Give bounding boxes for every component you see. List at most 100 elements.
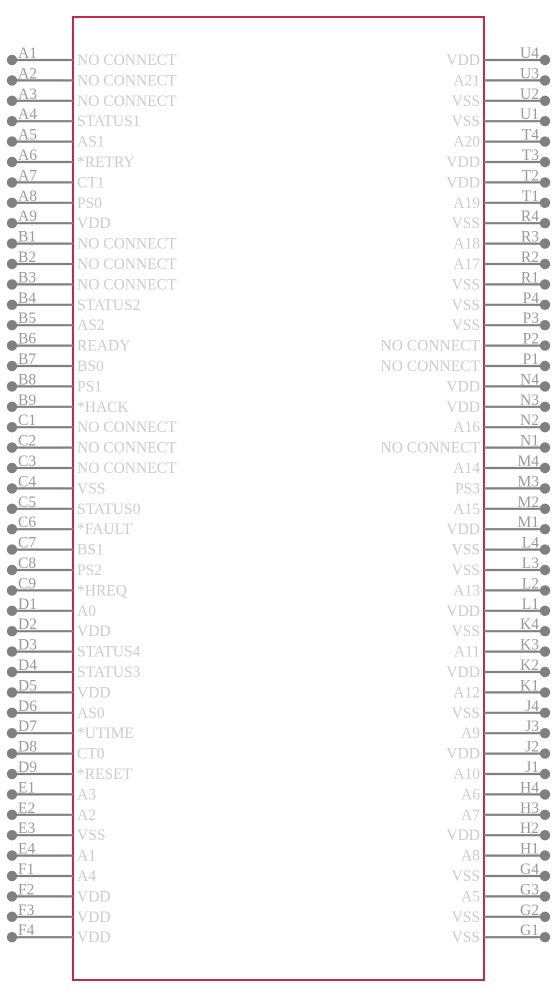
pin-connection-dot[interactable] xyxy=(6,238,18,249)
pin-connection-dot[interactable] xyxy=(539,687,551,698)
pin-connection-dot[interactable] xyxy=(6,850,18,861)
pin-connection-dot[interactable] xyxy=(539,258,551,270)
pin-connection-dot[interactable] xyxy=(6,422,18,433)
pin-connection-dot[interactable] xyxy=(6,320,18,331)
pin-connection-dot[interactable] xyxy=(6,666,18,678)
pin-number-label: K2 xyxy=(520,657,539,674)
pin-connection-dot[interactable] xyxy=(6,218,18,229)
pin-connection-dot[interactable] xyxy=(6,585,18,596)
pin-connection-dot[interactable] xyxy=(539,156,551,168)
pin-connection-dot[interactable] xyxy=(539,850,551,861)
pin-connection-dot[interactable] xyxy=(6,870,18,882)
pin-connection-dot[interactable] xyxy=(6,891,18,902)
pin-number-label: E3 xyxy=(18,820,35,837)
pin-connection-dot[interactable] xyxy=(539,932,551,943)
pin-connection-dot[interactable] xyxy=(6,646,18,657)
pin-name-label: VSS xyxy=(452,868,480,885)
pin-connection-dot[interactable] xyxy=(539,197,551,208)
pin-connection-dot[interactable] xyxy=(539,809,551,820)
pin-connection-dot[interactable] xyxy=(539,789,551,800)
pin-connection-dot[interactable] xyxy=(539,299,551,310)
pin-connection-dot[interactable] xyxy=(6,544,18,555)
pin-connection-dot[interactable] xyxy=(6,116,18,127)
pin-connection-dot[interactable] xyxy=(6,483,18,494)
pin-connection-dot[interactable] xyxy=(539,116,551,127)
pin-connection-dot[interactable] xyxy=(539,340,551,351)
pin-number-label: P3 xyxy=(523,310,540,327)
pin-connection-dot[interactable] xyxy=(539,462,551,474)
pin-connection-dot[interactable] xyxy=(6,258,18,270)
pin-connection-dot[interactable] xyxy=(6,299,18,310)
pin-connection-dot[interactable] xyxy=(539,891,551,902)
schematic-symbol-svg[interactable]: A1 NO CONNECT A2 NO CONNECT A3 NO CONNECT A4 ST… xyxy=(0,0,556,1000)
pin-connection-dot[interactable] xyxy=(6,442,18,453)
pin-connection-dot[interactable] xyxy=(6,360,18,372)
pin-connection-dot[interactable] xyxy=(6,136,18,147)
pin-connection-dot[interactable] xyxy=(6,911,18,922)
pin-connection-dot[interactable] xyxy=(6,177,18,188)
pin-connection-dot[interactable] xyxy=(6,748,18,759)
pin-connection-dot[interactable] xyxy=(6,279,18,290)
pin-name-label: NO CONNECT xyxy=(381,358,481,375)
pin-connection-dot[interactable] xyxy=(6,626,18,637)
pin-connection-dot[interactable] xyxy=(6,340,18,351)
pin-connection-dot[interactable] xyxy=(6,768,18,780)
pin-connection-dot[interactable] xyxy=(539,768,551,780)
pin-name-label: VSS xyxy=(452,317,480,334)
pin-connection-dot[interactable] xyxy=(539,830,551,841)
pin-connection-dot[interactable] xyxy=(6,809,18,820)
pin-connection-dot[interactable] xyxy=(539,748,551,759)
pin-connection-dot[interactable] xyxy=(6,95,18,107)
pin-connection-dot[interactable] xyxy=(6,503,18,514)
pin-connection-dot[interactable] xyxy=(539,646,551,657)
pin-connection-dot[interactable] xyxy=(6,605,18,616)
pin-connection-dot[interactable] xyxy=(6,789,18,800)
pin-connection-dot[interactable] xyxy=(539,564,551,576)
pin-connection-dot[interactable] xyxy=(6,830,18,841)
pin-connection-dot[interactable] xyxy=(539,75,551,86)
pin-connection-dot[interactable] xyxy=(6,401,18,412)
pin-connection-dot[interactable] xyxy=(539,728,551,739)
pin-connection-dot[interactable] xyxy=(539,95,551,107)
pin-connection-dot[interactable] xyxy=(539,544,551,555)
pin-number-label: G2 xyxy=(520,902,539,919)
pin-connection-dot[interactable] xyxy=(539,320,551,331)
pin-connection-dot[interactable] xyxy=(539,422,551,433)
pin-number-label: P4 xyxy=(523,290,540,307)
pin-connection-dot[interactable] xyxy=(6,197,18,208)
pin-connection-dot[interactable] xyxy=(539,54,551,66)
pin-connection-dot[interactable] xyxy=(539,279,551,290)
pin-connection-dot[interactable] xyxy=(539,666,551,678)
pin-connection-dot[interactable] xyxy=(6,728,18,739)
pin-connection-dot[interactable] xyxy=(6,707,18,718)
pin-connection-dot[interactable] xyxy=(539,707,551,718)
pin-connection-dot[interactable] xyxy=(6,524,18,535)
pin-connection-dot[interactable] xyxy=(6,564,18,576)
pin-connection-dot[interactable] xyxy=(6,932,18,943)
pin-connection-dot[interactable] xyxy=(6,687,18,698)
pin-connection-dot[interactable] xyxy=(539,442,551,453)
pin-connection-dot[interactable] xyxy=(539,524,551,535)
pin-connection-dot[interactable] xyxy=(539,238,551,249)
pin-connection-dot[interactable] xyxy=(539,605,551,616)
pin-connection-dot[interactable] xyxy=(539,483,551,494)
pin-connection-dot[interactable] xyxy=(6,75,18,86)
pin-connection-dot[interactable] xyxy=(6,54,18,66)
pin-number-label: A5 xyxy=(18,127,37,144)
pin-number-label: B4 xyxy=(18,290,36,307)
pin-connection-dot[interactable] xyxy=(539,870,551,882)
pin-number-label: B5 xyxy=(18,310,36,327)
pin-connection-dot[interactable] xyxy=(539,911,551,922)
pin-connection-dot[interactable] xyxy=(6,156,18,168)
pin-connection-dot[interactable] xyxy=(539,401,551,412)
pin-connection-dot[interactable] xyxy=(539,218,551,229)
pin-connection-dot[interactable] xyxy=(539,585,551,596)
pin-connection-dot[interactable] xyxy=(539,136,551,147)
pin-connection-dot[interactable] xyxy=(539,381,551,392)
pin-connection-dot[interactable] xyxy=(539,360,551,372)
pin-connection-dot[interactable] xyxy=(539,177,551,188)
pin-connection-dot[interactable] xyxy=(6,462,18,474)
pin-connection-dot[interactable] xyxy=(6,381,18,392)
pin-connection-dot[interactable] xyxy=(539,503,551,514)
pin-connection-dot[interactable] xyxy=(539,626,551,637)
